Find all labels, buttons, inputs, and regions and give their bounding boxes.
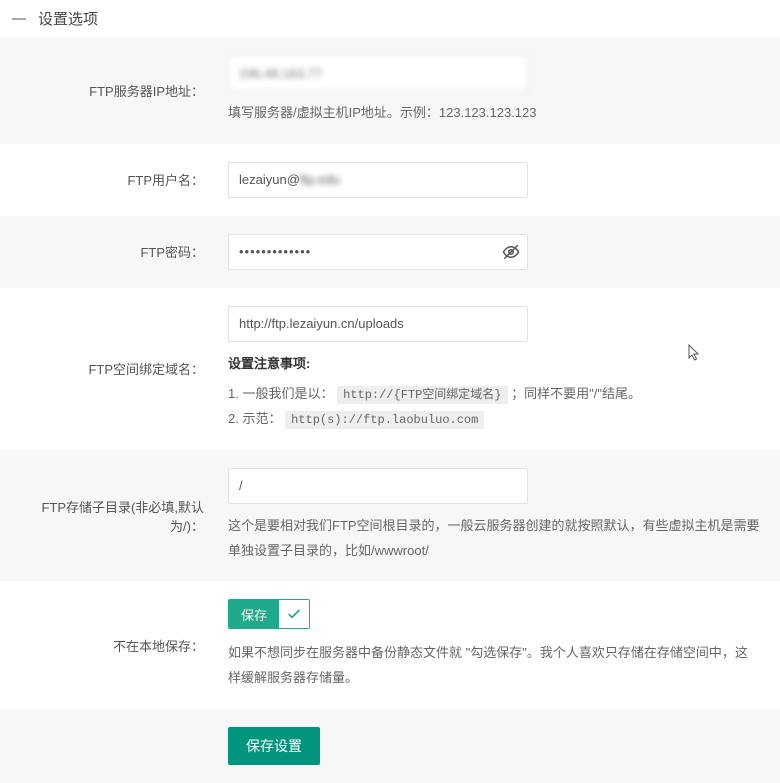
- domain-hint-title: 设置注意事项:: [228, 352, 760, 377]
- submit-button[interactable]: 保存设置: [228, 727, 320, 765]
- ftp-subdir-hint: 这个是要相对我们FTP空间根目录的，一般云服务器创建的就按照默认，有些虚拟主机是…: [228, 514, 760, 563]
- check-icon[interactable]: [279, 600, 309, 628]
- domain-hint-line1: 1. 一般我们是以： http://{FTP空间绑定域名} ；同样不要用"/"结…: [228, 382, 760, 407]
- local-save-toggle[interactable]: 保存: [228, 599, 310, 629]
- ftp-domain-input[interactable]: [228, 306, 528, 342]
- label-ftp-subdir: FTP存储子目录(非必填,默认为/)：: [0, 450, 216, 581]
- label-ftp-user: FTP用户名：: [0, 144, 216, 216]
- password-visibility-icon[interactable]: [502, 243, 520, 261]
- label-ftp-ip: FTP服务器IP地址：: [0, 37, 216, 144]
- ftp-ip-hint: 填写服务器/虚拟主机IP地址。示例：123.123.123.123: [228, 101, 760, 126]
- label-local-save: 不在本地保存：: [0, 581, 216, 708]
- section-header: 设置选项: [0, 0, 780, 37]
- local-save-hint: 如果不想同步在服务器中备份静态文件就 "勾选保存"。我个人喜欢只存储在存储空间中…: [228, 641, 760, 690]
- domain-hint-line2: 2. 示范： http(s)://ftp.laobuluo.com: [228, 407, 760, 432]
- ftp-user-blur: ftp.edu: [300, 172, 340, 187]
- label-ftp-password: FTP密码：: [0, 216, 216, 288]
- ftp-domain-hint: 设置注意事项: 1. 一般我们是以： http://{FTP空间绑定域名} ；同…: [228, 352, 760, 432]
- label-submit: [0, 709, 216, 783]
- ftp-user-input[interactable]: lezaiyun@ftp.edu: [228, 162, 528, 198]
- code-example-2: http(s)://ftp.laobuluo.com: [285, 411, 484, 429]
- settings-form: FTP服务器IP地址： 填写服务器/虚拟主机IP地址。示例：123.123.12…: [0, 37, 780, 783]
- ftp-user-prefix: lezaiyun@: [239, 172, 300, 187]
- label-ftp-domain: FTP空间绑定域名：: [0, 288, 216, 450]
- section-title: 设置选项: [38, 8, 98, 29]
- code-example-1: http://{FTP空间绑定域名}: [337, 386, 507, 404]
- ftp-subdir-input[interactable]: [228, 468, 528, 504]
- dash-icon: [12, 18, 26, 20]
- ftp-ip-input[interactable]: [228, 55, 528, 91]
- local-save-btn-label[interactable]: 保存: [229, 600, 279, 628]
- ftp-password-input[interactable]: [228, 234, 528, 270]
